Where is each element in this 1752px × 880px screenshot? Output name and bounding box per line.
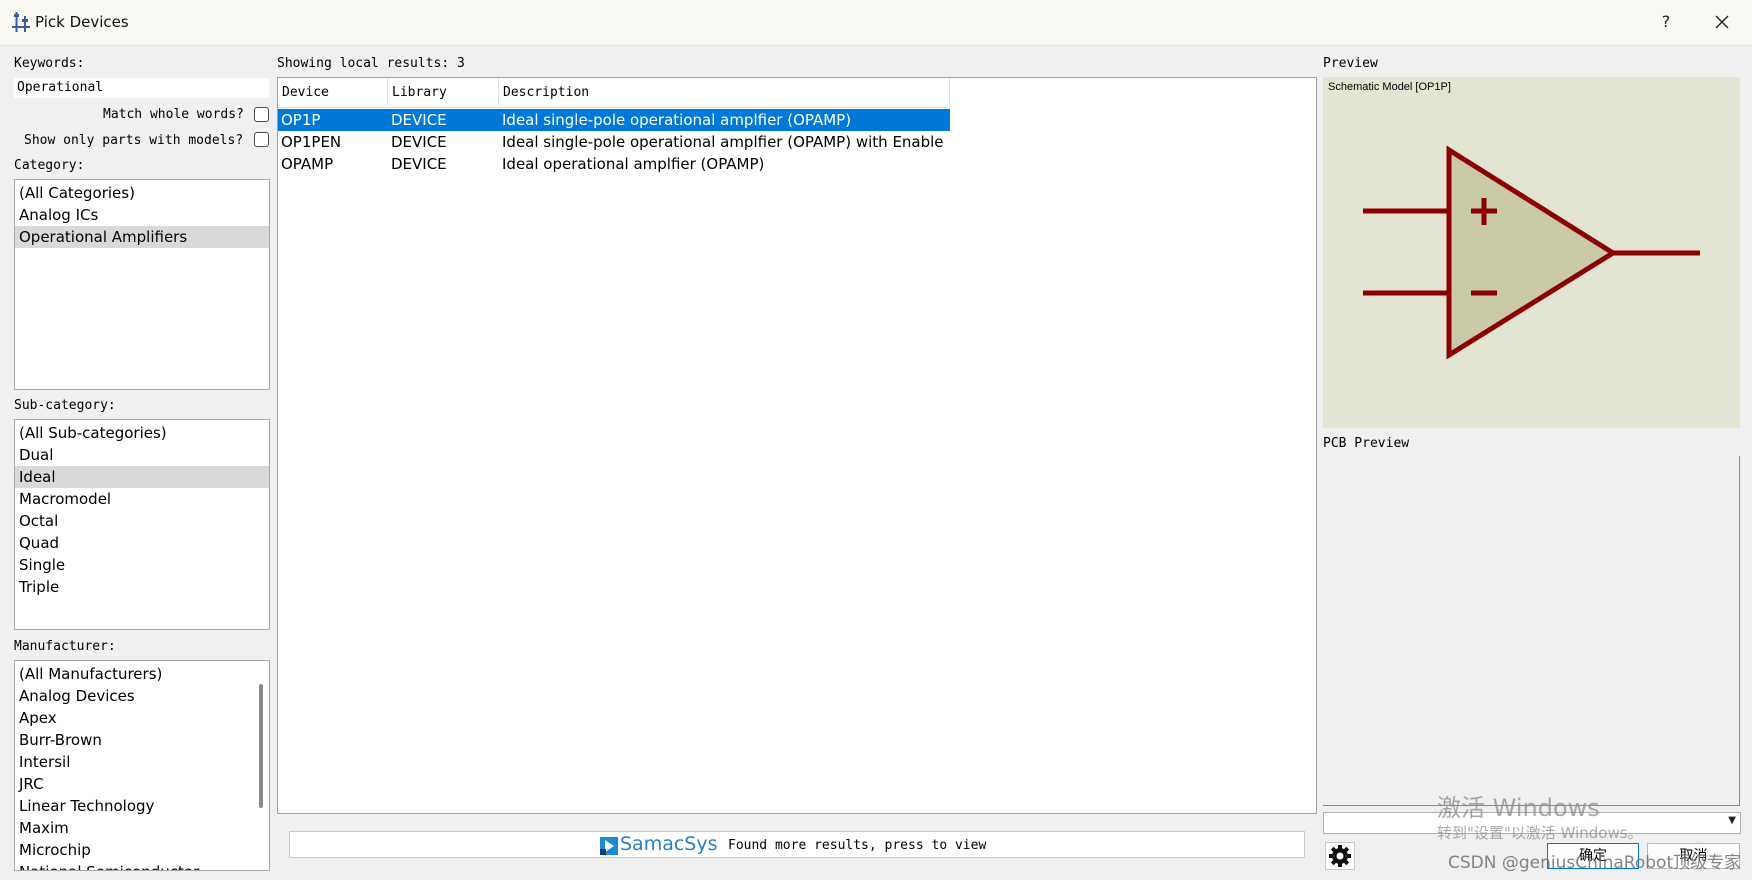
activate-windows-title: 激活 Windows bbox=[1437, 794, 1600, 822]
category-item-selected[interactable]: Operational Amplifiers bbox=[15, 226, 269, 248]
chevron-down-icon: ▼ bbox=[1728, 815, 1736, 826]
manufacturer-item[interactable]: (All Manufacturers) bbox=[15, 663, 269, 685]
subcategory-list[interactable]: (All Sub-categories) Dual Ideal Macromod… bbox=[14, 419, 270, 630]
cell-description: Ideal single-pole operational amplfier (… bbox=[502, 111, 852, 129]
match-whole-words-checkbox[interactable] bbox=[254, 107, 269, 122]
manufacturer-item[interactable]: Maxim bbox=[15, 817, 269, 839]
pcb-preview-label: PCB Preview bbox=[1323, 436, 1410, 451]
samacsys-brand: SamacSys bbox=[620, 833, 718, 855]
category-item[interactable]: (All Categories) bbox=[15, 182, 269, 204]
settings-button[interactable] bbox=[1325, 842, 1355, 870]
results-table[interactable]: Device Library Description OP1P DEVICE I… bbox=[277, 77, 1317, 814]
preview-label: Preview bbox=[1323, 56, 1378, 71]
subcategory-item[interactable]: Single bbox=[15, 554, 269, 576]
show-only-models-checkbox[interactable] bbox=[254, 132, 269, 147]
samacsys-bar[interactable]: SamacSys Found more results, press to vi… bbox=[289, 831, 1305, 858]
category-list[interactable]: (All Categories) Analog ICs Operational … bbox=[14, 179, 270, 390]
cell-description: Ideal operational amplfier (OPAMP) bbox=[502, 155, 765, 173]
manufacturer-item[interactable]: Burr-Brown bbox=[15, 729, 269, 751]
column-header-device[interactable]: Device bbox=[278, 78, 388, 108]
cell-device: OP1P bbox=[281, 111, 321, 129]
column-header-library[interactable]: Library bbox=[388, 78, 499, 108]
cell-library: DEVICE bbox=[391, 155, 447, 173]
match-whole-words-label: Match whole words? bbox=[103, 107, 244, 122]
subcategory-item[interactable]: (All Sub-categories) bbox=[15, 422, 269, 444]
window-title: Pick Devices bbox=[35, 13, 129, 31]
close-button[interactable] bbox=[1702, 8, 1742, 36]
subcategory-item[interactable]: Macromodel bbox=[15, 488, 269, 510]
keywords-label: Keywords: bbox=[14, 56, 85, 71]
manufacturer-item[interactable]: Microchip bbox=[15, 839, 269, 861]
results-summary: Showing local results: 3 bbox=[277, 56, 465, 71]
column-header-description[interactable]: Description bbox=[499, 78, 950, 108]
keywords-input[interactable]: Operational bbox=[14, 78, 269, 98]
subcategory-label: Sub-category: bbox=[14, 398, 116, 413]
pcb-preview bbox=[1323, 456, 1740, 806]
cell-device: OPAMP bbox=[281, 155, 334, 173]
subcategory-item[interactable]: Dual bbox=[15, 444, 269, 466]
help-button[interactable]: ? bbox=[1656, 8, 1676, 36]
table-row[interactable]: OP1PEN DEVICE Ideal single-pole operatio… bbox=[278, 131, 950, 153]
samacsys-message: Found more results, press to view bbox=[728, 838, 987, 853]
cell-device: OP1PEN bbox=[281, 133, 342, 151]
gear-icon bbox=[1329, 845, 1351, 867]
opamp-symbol-icon bbox=[1363, 145, 1700, 360]
manufacturer-item[interactable]: Analog Devices bbox=[15, 685, 269, 707]
manufacturer-item[interactable]: Intersil bbox=[15, 751, 269, 773]
activate-windows-hint: 转到"设置"以激活 Windows。 bbox=[1437, 824, 1643, 842]
close-icon bbox=[1715, 15, 1729, 29]
scrollbar-thumb[interactable] bbox=[259, 684, 263, 808]
manufacturer-item[interactable]: JRC bbox=[15, 773, 269, 795]
table-row-selected[interactable]: OP1P DEVICE Ideal single-pole operationa… bbox=[278, 109, 950, 131]
subcategory-item[interactable]: Octal bbox=[15, 510, 269, 532]
manufacturer-item[interactable]: Linear Technology bbox=[15, 795, 269, 817]
manufacturer-scrollbar[interactable] bbox=[252, 662, 268, 869]
category-item[interactable]: Analog ICs bbox=[15, 204, 269, 226]
csdn-watermark: CSDN @geniusChinaRobot顶级专家 bbox=[1448, 853, 1742, 873]
category-label: Category: bbox=[14, 158, 85, 173]
subcategory-item[interactable]: Quad bbox=[15, 532, 269, 554]
manufacturer-list[interactable]: (All Manufacturers) Analog Devices Apex … bbox=[14, 660, 270, 871]
manufacturer-label: Manufacturer: bbox=[14, 639, 116, 654]
title-bar: Pick Devices ? bbox=[0, 0, 1752, 46]
subcategory-item-selected[interactable]: Ideal bbox=[15, 466, 269, 488]
subcategory-item[interactable]: Triple bbox=[15, 576, 269, 598]
cell-library: DEVICE bbox=[391, 111, 447, 129]
cell-library: DEVICE bbox=[391, 133, 447, 151]
show-only-models-label: Show only parts with models? bbox=[24, 133, 244, 148]
manufacturer-item[interactable]: Apex bbox=[15, 707, 269, 729]
table-row[interactable]: OPAMP DEVICE Ideal operational amplfier … bbox=[278, 153, 950, 175]
cell-description: Ideal single-pole operational amplfier (… bbox=[502, 133, 944, 151]
manufacturer-item[interactable]: National Semiconductor bbox=[15, 861, 269, 870]
schematic-preview: Schematic Model [OP1P] bbox=[1323, 77, 1740, 428]
samacsys-logo-icon bbox=[600, 837, 618, 855]
app-icon bbox=[12, 12, 30, 32]
